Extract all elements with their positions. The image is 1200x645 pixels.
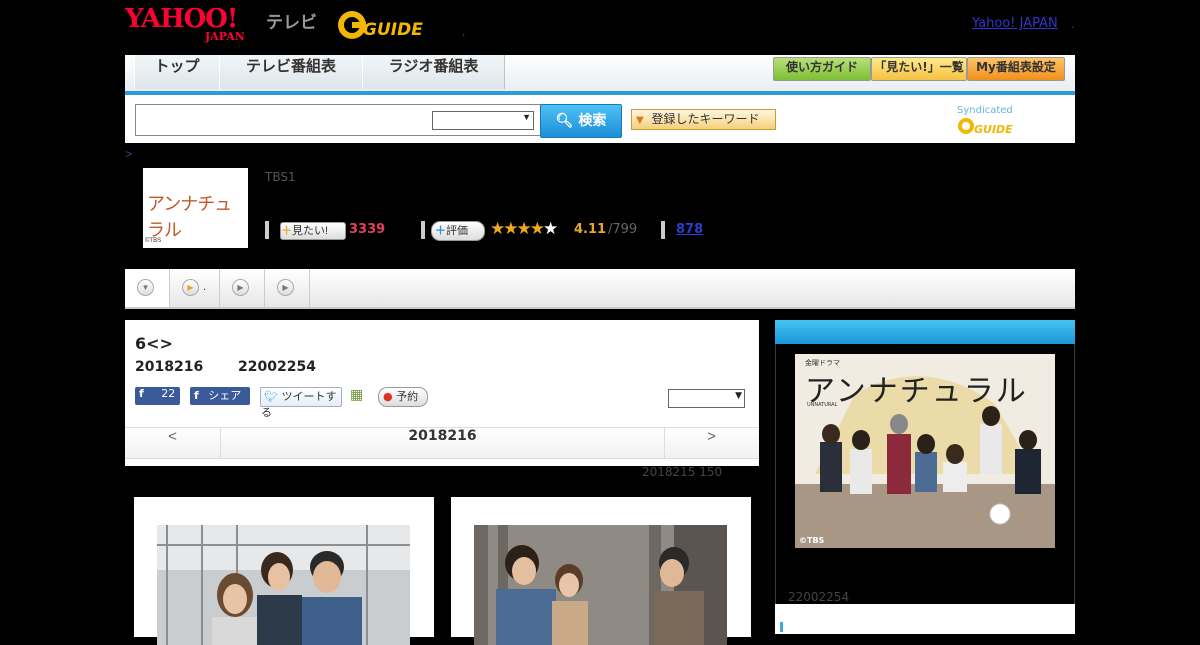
record-dot-icon: ● <box>383 390 393 403</box>
plus-icon: ＋ <box>281 225 292 237</box>
tweet-button[interactable]: 🐦︎ ツイートする <box>260 387 342 419</box>
sidebar-time: 22002254 <box>788 590 850 604</box>
photo-card[interactable] <box>451 497 751 645</box>
pager-next-button[interactable]: > <box>664 428 759 458</box>
search-icon: 🔍︎ <box>555 113 574 129</box>
poster-credit: ©TBS <box>799 536 825 545</box>
japan-logo-text: JAPAN <box>205 30 245 43</box>
chevron-down-icon: ▼ <box>735 391 742 401</box>
facebook-icon: f <box>194 389 199 402</box>
want-to-watch-count: 3339 <box>349 222 386 237</box>
star-rating-icon: ★★★★★ <box>490 219 558 239</box>
review-count-link[interactable]: 878 <box>676 222 703 237</box>
gguide-logo-icon: GUIDE <box>338 11 423 40</box>
want-to-watch-button[interactable]: ＋見たい! <box>280 222 346 240</box>
episode-date: 2018216 <box>135 359 204 375</box>
saved-keywords-button[interactable]: ▼ 登録したキーワード <box>631 109 776 130</box>
rate-label: 評価 <box>446 225 468 237</box>
photo-card[interactable] <box>134 497 434 645</box>
add-calendar-icon[interactable]: ▦ <box>350 387 368 405</box>
last-updated: 2018215 150 <box>642 465 723 479</box>
reserve-label: 予約 <box>396 390 419 403</box>
tab-item-4[interactable]: ▶ <box>265 269 310 307</box>
facebook-icon: f <box>139 387 144 400</box>
watchlist-button[interactable]: 「見たい!」一覧 <box>871 57 967 81</box>
search-category-select[interactable]: ▼ <box>432 111 534 130</box>
gguide-small-logo-word: GUIDE <box>974 123 1013 136</box>
search-button-label: 検索 <box>578 113 607 129</box>
poster-subtitle: UNNATURAL <box>807 402 838 408</box>
thumb-credit: ©TBS <box>145 238 162 244</box>
header-separator: , <box>462 24 466 38</box>
yahoo-japan-link[interactable]: Yahoo! JAPAN <box>972 16 1058 31</box>
gguide-small-logo-icon: GUIDE <box>958 118 1013 136</box>
yahoo-logo-text: YAHOO! <box>125 4 238 34</box>
chevron-down-icon: ▼ <box>137 279 154 296</box>
pager-current-date: 2018216 <box>220 428 665 458</box>
breadcrumb[interactable]: > <box>125 147 132 161</box>
play-icon: ▶ <box>277 279 294 296</box>
want-to-watch-label: 見たい! <box>292 225 329 237</box>
date-pager: < 2018216 > <box>125 427 759 459</box>
stat-divider <box>421 221 425 239</box>
tab-current[interactable]: ▼ <box>125 269 170 307</box>
stat-divider <box>661 221 665 239</box>
play-icon: ▶ <box>232 279 249 296</box>
program-thumbnail[interactable]: アンナチュラル ©TBS <box>143 168 248 248</box>
episode-select[interactable]: ▼ <box>668 389 745 408</box>
content-tabstrip: ▼ ▶ . ▶ ▶ <box>125 269 1075 309</box>
tab-tv-listings[interactable]: テレビ番組表 <box>219 55 363 89</box>
sidebar-accent-mark <box>780 622 783 632</box>
usage-guide-button[interactable]: 使い方ガイド <box>773 57 871 81</box>
tab-item-3[interactable]: ▶ <box>220 269 265 307</box>
syndicated-gguide-badge: Syndicated GUIDE <box>957 105 1075 136</box>
like-count: 22 <box>161 387 176 400</box>
yahoo-japan-logo[interactable]: YAHOO! JAPAN <box>125 6 265 42</box>
tab-item-2-label: . <box>203 281 207 293</box>
tab-top[interactable]: トップ <box>134 55 220 89</box>
pager-prev-button[interactable]: < <box>125 428 220 458</box>
chevron-down-icon: ▼ <box>522 112 531 122</box>
episode-title: 6<> <box>135 334 173 353</box>
facebook-share-button[interactable]: f シェア <box>190 387 250 405</box>
poster-title: アンナチュラル <box>805 374 1028 409</box>
search-bar: ▼ 🔍︎ 検索 ▼ 登録したキーワード Syndicated GUIDE <box>125 95 1075 143</box>
rating-value: 4.11 <box>574 222 607 237</box>
tab-item-2[interactable]: ▶ . <box>170 269 220 307</box>
channel-name: TBS1 <box>265 170 296 184</box>
gguide-logo[interactable]: GUIDE <box>336 8 436 42</box>
scene-photo <box>157 525 410 645</box>
search-button[interactable]: 🔍︎ 検索 <box>540 104 622 138</box>
episode-panel: 6<> 2018216 22002254 f 22 f シェア 🐦︎ ツイートす… <box>125 320 759 466</box>
my-listing-settings-button[interactable]: My番組表設定 <box>967 57 1065 81</box>
header-dot: . <box>1071 16 1075 31</box>
twitter-bird-icon: 🐦︎ <box>264 390 278 403</box>
plus-icon: ＋ <box>435 225 446 237</box>
rating-count: /799 <box>608 222 638 237</box>
thumb-title: アンナチュラル <box>147 194 232 241</box>
rate-button[interactable]: ＋評価 <box>431 221 485 241</box>
saved-keywords-label: 登録したキーワード <box>651 112 760 126</box>
play-icon: ▶ <box>182 279 199 296</box>
sidebar-header <box>775 320 1075 344</box>
scene-photo <box>474 525 727 645</box>
stat-divider <box>265 221 269 239</box>
share-label: シェア <box>208 389 242 402</box>
triangle-down-icon: ▼ <box>636 115 644 126</box>
facebook-like-button[interactable]: f 22 <box>135 387 180 405</box>
syndicated-label: Syndicated <box>957 105 1013 116</box>
global-nav: トップ テレビ番組表 ラジオ番組表 使い方ガイド 「見たい!」一覧 My番組表設… <box>125 55 1075 95</box>
tv-logo-text[interactable]: テレビ <box>266 8 317 33</box>
tab-radio-listings[interactable]: ラジオ番組表 <box>362 55 505 89</box>
episode-time: 22002254 <box>238 359 316 375</box>
reserve-button[interactable]: ● 予約 <box>378 387 428 407</box>
program-poster[interactable]: 金曜ドラマ アンナチュラル UNNATURAL ©TBS <box>795 354 1055 548</box>
gguide-logo-word: GUIDE <box>363 20 423 40</box>
